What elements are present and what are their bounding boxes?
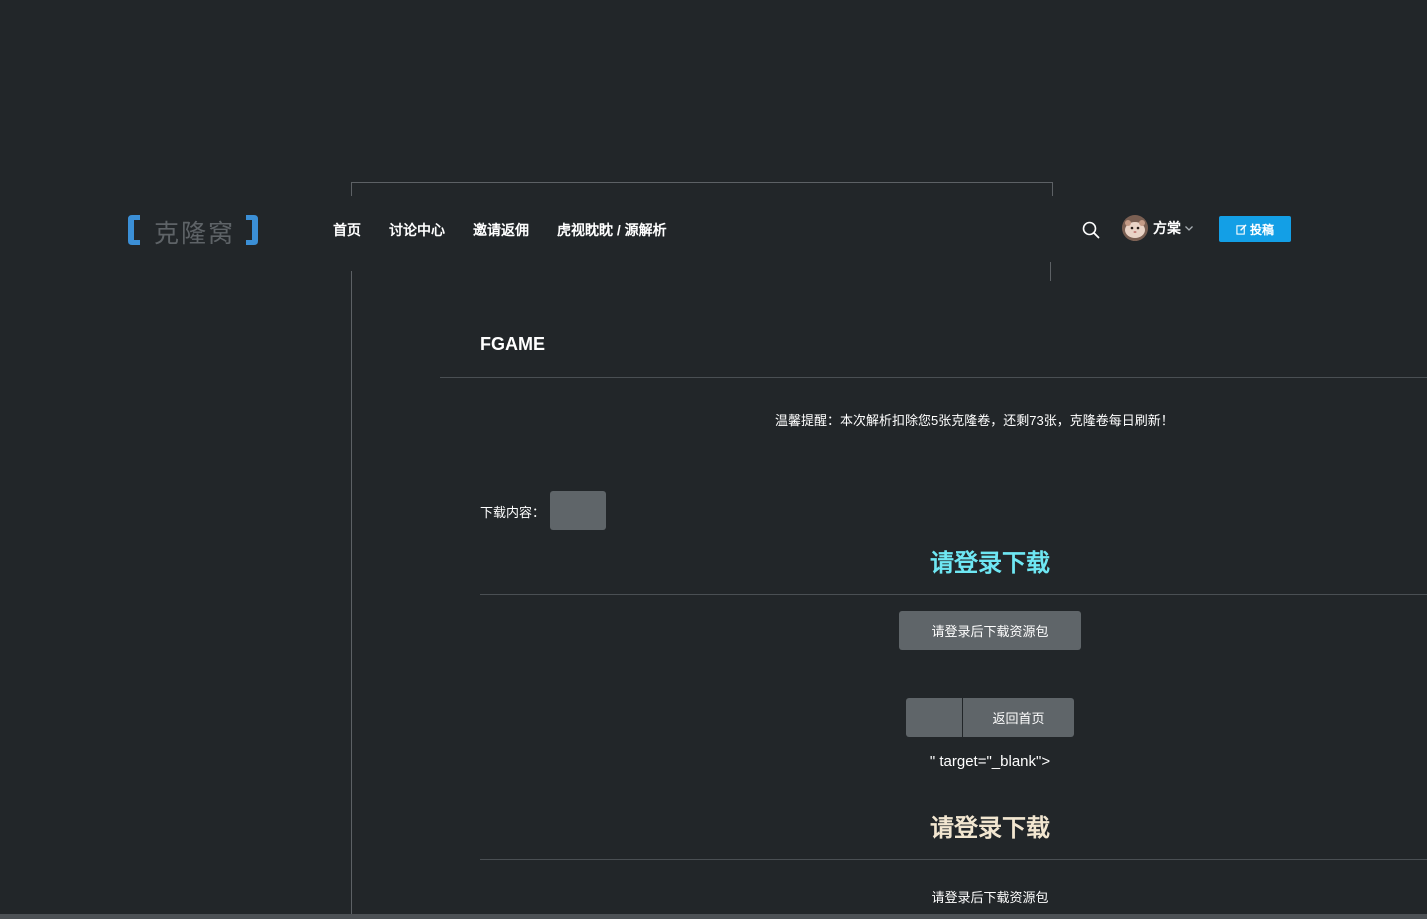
search-icon[interactable] [1082, 221, 1100, 239]
site-header: 克隆窝 首页 讨论中心 邀请返佣 虎视眈眈 / 源解析 方棠 投稿 [0, 196, 1427, 262]
blank-button[interactable] [906, 698, 962, 737]
user-name[interactable]: 方棠 [1153, 218, 1181, 238]
stray-markup-text: " target="_blank"> [929, 753, 1051, 770]
main-nav: 首页 讨论中心 邀请返佣 虎视眈眈 / 源解析 [333, 220, 695, 240]
nav-item-invite[interactable]: 邀请返佣 [473, 220, 529, 240]
login-heading-secondary: 请登录下载 [930, 815, 1050, 842]
post-button-label: 投稿 [1249, 222, 1274, 237]
download-content-button[interactable] [550, 491, 606, 530]
avatar[interactable] [1122, 215, 1148, 241]
frame-border-right [1050, 262, 1051, 281]
page-title: FGAME [480, 334, 545, 354]
nav-item-source-parse[interactable]: 虎视眈眈 / 源解析 [557, 220, 667, 240]
page: 克隆窝 首页 讨论中心 邀请返佣 虎视眈眈 / 源解析 方棠 投稿 FGAME … [0, 0, 1427, 919]
home-button[interactable]: 返回首页 [963, 698, 1074, 737]
login-download-link[interactable]: 请登录后下载资源包 [899, 887, 1081, 906]
nav-item-home[interactable]: 首页 [333, 220, 361, 240]
login-download-button[interactable]: 请登录后下载资源包 [899, 611, 1081, 650]
login-heading: 请登录下载 [930, 550, 1050, 577]
notice-text: 温馨提醒：本次解析扣除您5张克隆卷，还剩73张，克隆卷每日刷新！ [775, 413, 1174, 428]
chevron-down-icon[interactable] [1184, 223, 1194, 233]
section-divider-secondary [480, 859, 1427, 860]
post-button[interactable]: 投稿 [1219, 216, 1291, 242]
section-divider [480, 594, 1427, 595]
logo-text: 克隆窝 [154, 219, 236, 248]
download-label: 下载内容： [480, 505, 546, 520]
bottom-edge [0, 914, 1427, 919]
title-divider [440, 377, 1427, 378]
edit-icon [1236, 223, 1247, 235]
frame-border-top [351, 182, 1053, 197]
button-group: 返回首页 [906, 698, 1074, 737]
avatar-hamster-icon [1122, 215, 1148, 241]
site-logo[interactable]: 克隆窝 [126, 212, 260, 248]
frame-border-left [351, 271, 352, 919]
nav-item-discussion[interactable]: 讨论中心 [389, 220, 445, 240]
user-menu[interactable]: 方棠 [1122, 215, 1194, 241]
